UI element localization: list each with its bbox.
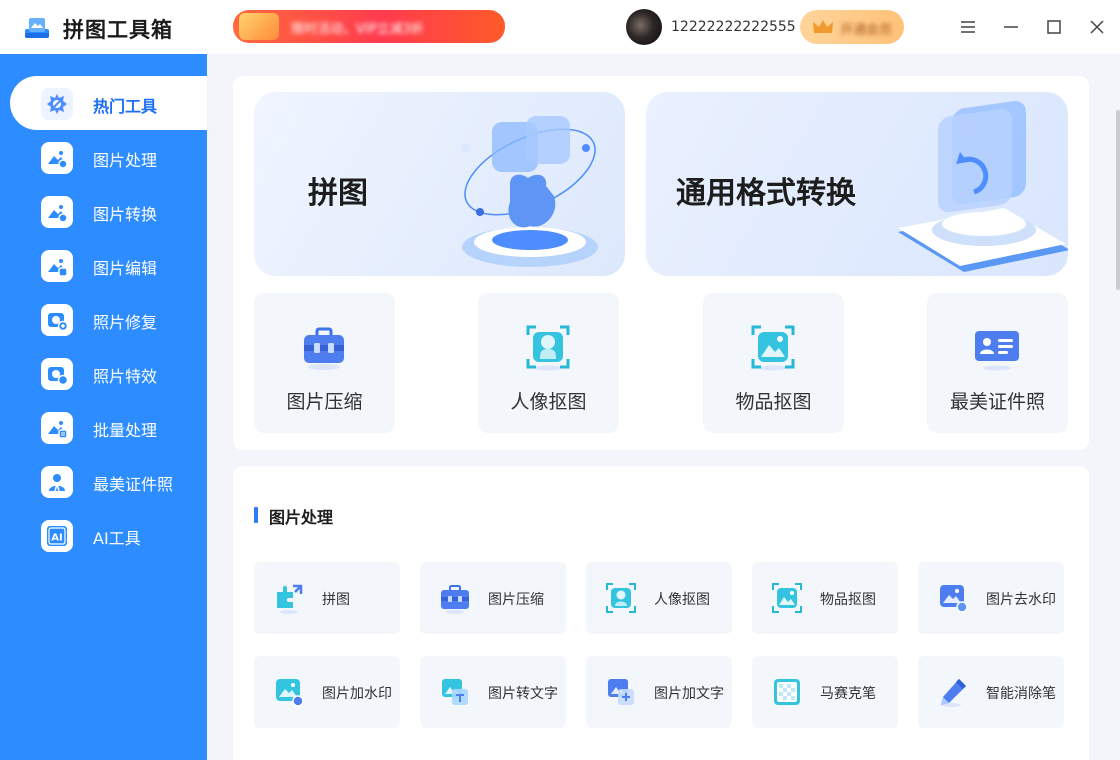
title-bar: 拼图工具箱 限时活动，VIP立减3折 12222222222555 开通会员 [0, 0, 1120, 54]
username[interactable]: 12222222222555 [671, 19, 796, 35]
close-icon[interactable] [1084, 14, 1110, 40]
mosaic-icon [774, 679, 800, 705]
tool-compress[interactable]: 图片压缩 [420, 562, 566, 634]
ai-icon: AI [41, 520, 73, 552]
sidebar-item-label: 照片特效 [93, 367, 158, 386]
vip-label: 开通会员 [840, 22, 893, 37]
gift-icon [239, 13, 279, 40]
section-title: 图片处理 [269, 508, 334, 527]
tile-label: 人像抠图 [510, 391, 587, 413]
compress-icon [304, 327, 344, 370]
smart-eraser-icon [941, 679, 966, 707]
tile-portrait-cutout[interactable]: 人像抠图 [478, 293, 619, 433]
add-watermark-icon [276, 679, 304, 707]
sidebar-item-image-convert[interactable]: 图片转换 [10, 184, 207, 238]
object-cutout-icon [751, 325, 795, 371]
puzzle-icon [277, 584, 303, 614]
sidebar-item-image-edit[interactable]: 图片编辑 [10, 238, 207, 292]
compress-icon [441, 585, 469, 614]
tile-label: 最美证件照 [949, 391, 1045, 413]
tile-object-cutout[interactable]: 物品抠图 [703, 293, 844, 433]
object-cutout-icon [772, 583, 802, 613]
sidebar-item-label: 图片编辑 [93, 259, 158, 278]
batch-process-icon [41, 412, 73, 444]
tool-remove-watermark[interactable]: 图片去水印 [918, 562, 1064, 634]
app-logo-icon [25, 18, 49, 38]
tool-label: 人像抠图 [654, 592, 710, 608]
scrollbar[interactable] [1114, 54, 1120, 760]
photo-effect-icon [41, 358, 73, 390]
sidebar-item-label: 热门工具 [93, 97, 158, 116]
tool-puzzle[interactable]: 拼图 [254, 562, 400, 634]
tool-object-cutout[interactable]: 物品抠图 [752, 562, 898, 634]
sidebar-item-photo-effect[interactable]: 照片特效 [10, 346, 207, 400]
hero-title: 拼图 [308, 176, 368, 211]
sidebar-item-photo-repair[interactable]: 照片修复 [10, 292, 207, 346]
image-convert-icon [41, 196, 73, 228]
menu-icon[interactable] [955, 14, 981, 40]
tool-portrait-cutout[interactable]: 人像抠图 [586, 562, 732, 634]
sidebar-item-label: 最美证件照 [93, 475, 174, 494]
sidebar-item-label: 批量处理 [93, 421, 158, 440]
tool-image-to-text[interactable]: 图片转文字 [420, 656, 566, 728]
image-process-icon [41, 142, 73, 174]
tool-add-text[interactable]: 图片加文字 [586, 656, 732, 728]
image-edit-icon [41, 250, 73, 282]
tool-label: 物品抠图 [820, 592, 876, 608]
sidebar-item-label: 图片转换 [93, 205, 158, 224]
crown-icon [813, 20, 833, 33]
tool-label: 智能消除笔 [986, 686, 1056, 702]
tool-label: 图片转文字 [488, 686, 558, 702]
tile-id-photo[interactable]: 最美证件照 [927, 293, 1068, 433]
tool-smart-eraser[interactable]: 智能消除笔 [918, 656, 1064, 728]
id-card-icon [975, 331, 1019, 371]
tool-label: 图片去水印 [986, 592, 1056, 608]
image-to-text-icon [442, 679, 468, 705]
image-process-card: 图片处理 拼图 图片压缩 人像抠图 物品抠图 图片去水印 图片加水印 图片转文字… [233, 466, 1089, 760]
format-convert-icon [898, 101, 1068, 272]
hero-title: 通用格式转换 [676, 176, 856, 211]
tile-label: 物品抠图 [735, 391, 812, 413]
main-content: 拼图 通用格式转换 图片压缩 人像抠图 物品抠图 最美证件照 图片处理 拼图 图… [207, 54, 1120, 760]
tool-label: 图片加水印 [322, 686, 392, 702]
tool-label: 马赛克笔 [820, 686, 876, 702]
hot-tools-icon [41, 88, 73, 120]
tile-label: 图片压缩 [286, 391, 363, 413]
portrait-cutout-icon [606, 583, 636, 613]
photo-repair-icon [41, 304, 73, 336]
vip-button[interactable]: 开通会员 [800, 10, 904, 44]
tool-add-watermark[interactable]: 图片加水印 [254, 656, 400, 728]
minimize-icon[interactable] [998, 14, 1024, 40]
id-photo-icon [41, 466, 73, 498]
sidebar-item-label: 照片修复 [93, 313, 158, 332]
sidebar-item-batch-process[interactable]: 批量处理 [10, 400, 207, 454]
section-marker [254, 507, 258, 523]
remove-watermark-icon [940, 585, 968, 613]
hero-format-convert[interactable]: 通用格式转换 [646, 92, 1068, 276]
sidebar-item-image-process[interactable]: 图片处理 [10, 130, 207, 184]
banner-text: 限时活动，VIP立减3折 [291, 22, 424, 37]
add-text-icon [608, 679, 634, 705]
app-title: 拼图工具箱 [63, 18, 173, 42]
hot-tools-card: 拼图 通用格式转换 图片压缩 人像抠图 物品抠图 最美证件照 [233, 76, 1089, 450]
puzzle-icon [461, 116, 598, 267]
hero-puzzle[interactable]: 拼图 [254, 92, 625, 276]
avatar[interactable] [626, 9, 662, 45]
sidebar-item-label: 图片处理 [93, 151, 158, 170]
maximize-icon[interactable] [1041, 14, 1067, 40]
sidebar: 热门工具 图片处理 图片转换 图片编辑 照片修复 照片特效 批量处理 最美证件照… [0, 54, 207, 760]
tool-label: 拼图 [322, 592, 350, 608]
tool-mosaic[interactable]: 马赛克笔 [752, 656, 898, 728]
sidebar-item-ai-tools[interactable]: AI AI工具 [10, 508, 207, 562]
portrait-cutout-icon [526, 325, 570, 371]
promo-banner[interactable]: 限时活动，VIP立减3折 [233, 10, 505, 43]
tool-label: 图片压缩 [488, 592, 544, 608]
tool-label: 图片加文字 [654, 686, 724, 702]
tile-compress[interactable]: 图片压缩 [254, 293, 395, 433]
sidebar-item-id-photo[interactable]: 最美证件照 [10, 454, 207, 508]
svg-text:AI: AI [51, 533, 62, 544]
sidebar-item-label: AI工具 [93, 529, 141, 548]
sidebar-item-hot-tools[interactable]: 热门工具 [10, 76, 207, 130]
scrollbar-thumb[interactable] [1116, 110, 1120, 290]
